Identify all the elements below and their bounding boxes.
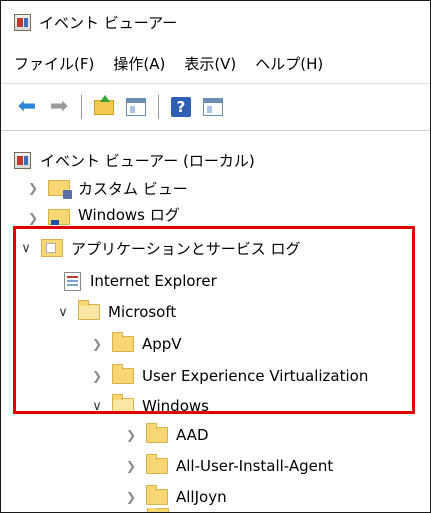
windows-logs-folder-icon: [48, 209, 70, 225]
menu-file[interactable]: ファイル(F): [14, 53, 94, 74]
forward-arrow-icon: ➡: [49, 94, 69, 119]
tree-item-label: Windows ログ: [78, 206, 180, 224]
tree-item-windows[interactable]: ∨ Windows: [90, 393, 209, 419]
folder-open-icon: [78, 300, 100, 320]
tree-item-label: アプリケーションとサービス ログ: [71, 239, 301, 258]
console-tree: イベント ビューアー (ローカル) ❯ カスタム ビュー ❯ Windows ロ…: [1, 130, 430, 512]
menu-bar: ファイル(F) 操作(A) 表示(V) ヘルプ(H): [1, 43, 430, 83]
tree-item-alljoyn[interactable]: ❯ AllJoyn: [124, 484, 227, 510]
tree-item-root[interactable]: イベント ビューアー (ローカル): [14, 147, 255, 173]
folder-open-icon: [112, 394, 134, 414]
title-bar: イベント ビューアー: [1, 1, 430, 43]
folder-icon: [112, 332, 134, 352]
back-button[interactable]: ⬅: [14, 94, 40, 120]
event-viewer-window: イベント ビューアー ファイル(F) 操作(A) 表示(V) ヘルプ(H) ⬅ …: [0, 0, 431, 513]
back-arrow-icon: ⬅: [17, 94, 37, 119]
help-icon: ?: [171, 97, 191, 117]
tree-item-label: カスタム ビュー: [78, 179, 188, 198]
folder-up-icon: [94, 94, 114, 115]
tree-item-all-user-install-agent[interactable]: ❯ All-User-Install-Agent: [124, 453, 333, 479]
up-one-level-button[interactable]: [91, 94, 117, 120]
show-hide-action-pane-button[interactable]: [200, 94, 226, 120]
chevron-right-icon[interactable]: ❯: [26, 211, 40, 225]
tree-item-label: All-User-Install-Agent: [176, 457, 334, 475]
event-viewer-app-icon: [14, 13, 31, 31]
tree-item-internet-explorer[interactable]: Internet Explorer: [62, 268, 217, 294]
chevron-down-icon[interactable]: ∨: [90, 399, 104, 414]
show-hide-console-tree-button[interactable]: [123, 94, 149, 120]
forward-button[interactable]: ➡: [46, 94, 72, 120]
menu-help[interactable]: ヘルプ(H): [255, 53, 323, 74]
tree-item-label: User Experience Virtualization: [142, 367, 369, 385]
toolbar-separator: [158, 95, 159, 119]
tree-item-label: Windows: [142, 397, 209, 415]
tree-item-label: AAD: [176, 426, 209, 444]
chevron-right-icon[interactable]: ❯: [26, 181, 40, 195]
logs-folder-icon: [41, 239, 63, 257]
folder-icon: [146, 485, 168, 505]
tree-item-windows-logs[interactable]: ❯ Windows ログ: [26, 203, 180, 225]
tree-item-label: イベント ビューアー (ローカル): [40, 151, 255, 170]
chevron-right-icon[interactable]: ❯: [90, 369, 104, 383]
tree-item-custom-views[interactable]: ❯ カスタム ビュー: [26, 175, 188, 201]
help-button[interactable]: ?: [168, 94, 194, 120]
custom-view-folder-icon: [48, 180, 72, 199]
menu-view[interactable]: 表示(V): [184, 53, 236, 74]
log-icon: [64, 271, 81, 291]
console-tree-icon: [126, 98, 146, 116]
chevron-right-icon[interactable]: ❯: [124, 428, 138, 442]
window-title: イベント ビューアー: [39, 13, 178, 32]
tree-item-microsoft[interactable]: ∨ Microsoft: [56, 299, 176, 325]
toolbar: ⬅ ➡ ?: [1, 83, 430, 131]
event-viewer-icon: [14, 151, 31, 169]
folder-icon: [146, 454, 168, 474]
chevron-down-icon[interactable]: ∨: [56, 305, 70, 320]
chevron-down-icon[interactable]: ∨: [19, 241, 33, 256]
action-pane-icon: [203, 98, 223, 116]
tree-item-uev[interactable]: ❯ User Experience Virtualization: [90, 363, 368, 389]
tree-item-label: AllJoyn: [176, 488, 227, 506]
tree-item-appv[interactable]: ❯ AppV: [90, 331, 182, 357]
tree-item-label: Internet Explorer: [90, 272, 217, 290]
folder-icon: [112, 364, 134, 384]
tree-item-partial: [147, 508, 177, 512]
chevron-right-icon[interactable]: ❯: [90, 337, 104, 351]
toolbar-separator: [81, 95, 82, 119]
tree-item-label: AppV: [142, 335, 182, 353]
menu-action[interactable]: 操作(A): [113, 53, 165, 74]
chevron-right-icon[interactable]: ❯: [124, 490, 138, 504]
chevron-right-icon[interactable]: ❯: [124, 459, 138, 473]
folder-icon: [147, 508, 169, 512]
tree-item-aad[interactable]: ❯ AAD: [124, 422, 209, 448]
tree-item-app-service-logs[interactable]: ∨ アプリケーションとサービス ログ: [19, 235, 300, 261]
folder-icon: [146, 423, 168, 443]
tree-item-label: Microsoft: [108, 303, 177, 321]
